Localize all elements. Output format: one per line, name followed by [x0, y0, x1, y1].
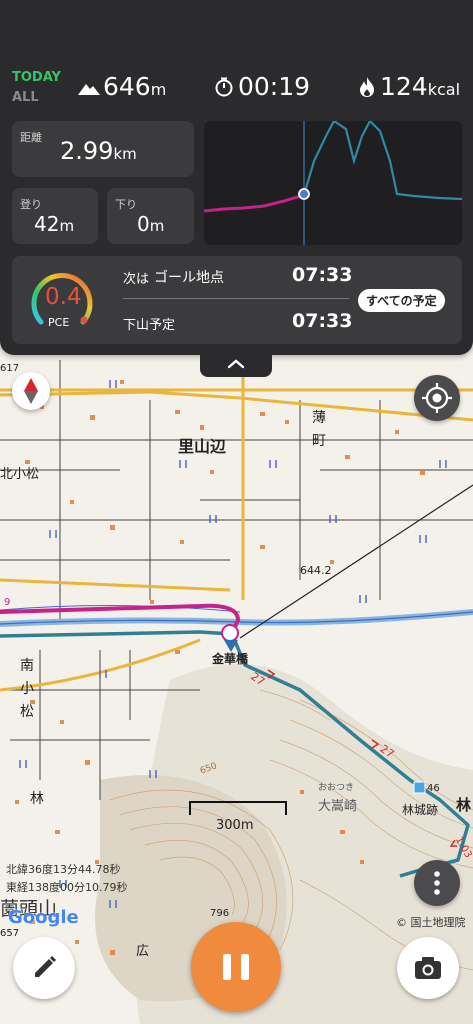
compass-south-icon — [24, 391, 38, 404]
place-label-kitakomatsu: 北小松 — [0, 467, 40, 482]
descent-value-wrap: 0m — [137, 212, 164, 236]
all-plans-button[interactable]: すべての予定 — [358, 289, 445, 312]
calories-unit: kcal — [427, 80, 461, 99]
elevation-profile[interactable] — [204, 121, 462, 245]
ascent-card: 登り 42m — [12, 188, 98, 244]
place-label-hayashishiroato: 林城跡 — [402, 803, 439, 817]
place-label-hayashi: 林 — [30, 791, 44, 807]
elevation-profile-graph — [204, 121, 462, 245]
next-time: 07:33 — [292, 264, 353, 286]
distance-value: 2.99 — [60, 137, 114, 165]
edit-button[interactable] — [13, 937, 75, 999]
place-reading-oozuki: おおつき — [318, 783, 355, 793]
elevation-label-644: 644.2 — [300, 564, 332, 577]
altitude-unit: m — [150, 80, 167, 99]
google-logo: Google — [8, 907, 79, 928]
heading-arrow-icon — [224, 640, 238, 652]
descent-plan-time: 07:33 — [292, 310, 353, 332]
elapsed-time-stat: 00:19 — [214, 72, 310, 101]
all-tab[interactable]: ALL — [12, 90, 39, 105]
compass-button[interactable] — [12, 372, 50, 410]
next-label: 次は — [123, 272, 150, 287]
next-name: ゴール地点 — [154, 270, 224, 286]
elevation-label-617: 617 — [0, 363, 20, 374]
latitude-text: 北緯36度13分44.78秒 — [6, 863, 121, 876]
distance-label: 距離 — [20, 131, 42, 144]
route-label-9: 9 — [4, 597, 11, 608]
pause-button[interactable] — [191, 922, 281, 1012]
distance-card: 距離 2.99km — [12, 121, 194, 177]
panel-collapse-handle[interactable] — [200, 353, 272, 377]
ascent-value-wrap: 42m — [34, 212, 74, 236]
locate-button[interactable] — [414, 375, 460, 421]
descent-plan-label: 下山予定 — [123, 318, 176, 333]
longitude-text: 東経138度00分10.79秒 — [6, 881, 128, 894]
ascent-label: 登り — [20, 198, 42, 211]
more-button[interactable] — [414, 860, 460, 906]
place-label-machi: 町 — [312, 433, 326, 449]
pace-label: PCE — [48, 316, 70, 329]
locate-icon — [422, 383, 452, 413]
place-label-minami: 南 — [20, 658, 34, 674]
map-view[interactable]: 27 里山辺 北小松 薄 町 644.2 617 9 金華橋 南 小 松 林 林… — [0, 350, 473, 1024]
descent-unit: m — [149, 217, 165, 235]
today-tab[interactable]: TODAY — [12, 70, 61, 85]
altitude-stat: 646m — [78, 72, 166, 101]
camera-icon — [415, 957, 441, 979]
copyright-text: © 国土地理院 — [396, 916, 466, 929]
pace-schedule-card: 0.4 PCE 次は ゴール地点 07:33 下山予定 07:33 すべての予定 — [12, 256, 462, 344]
elevation-label-796: 796 — [210, 908, 230, 919]
altitude-value: 646 — [103, 72, 151, 101]
flame-icon — [360, 77, 374, 97]
ascent-unit: m — [59, 217, 75, 235]
compass-icon — [24, 378, 38, 391]
elevation-label-46: 46 — [427, 783, 440, 794]
place-label-kanesahashi: 金華橋 — [212, 652, 249, 666]
place-label-oozuki: 大嵩崎 — [318, 799, 358, 814]
stats-panel: TODAY ALL 646m 00:19 124kcal 距離 2.99km 登… — [0, 0, 473, 355]
descent-label: 下り — [115, 198, 137, 211]
chevron-up-icon — [227, 359, 245, 369]
camera-button[interactable] — [397, 937, 459, 999]
pause-icon — [223, 954, 249, 980]
place-label-bara: 薄 — [312, 410, 326, 426]
distance-unit: km — [113, 145, 137, 163]
ascent-value: 42 — [34, 212, 60, 236]
place-label-ko: 小 — [20, 681, 34, 697]
distance-value-wrap: 2.99km — [60, 137, 137, 165]
edit-icon — [35, 955, 57, 977]
place-label-satoyamabe: 里山辺 — [178, 437, 227, 456]
descent-card: 下り 0m — [107, 188, 194, 244]
place-label-matsu: 松 — [20, 704, 34, 720]
calories-stat: 124kcal — [358, 72, 460, 101]
pace-value: 0.4 — [45, 284, 82, 310]
more-icon — [434, 871, 440, 895]
elapsed-time-value: 00:19 — [238, 72, 311, 101]
schedule-divider — [123, 298, 349, 299]
scale-bar — [189, 801, 287, 815]
timer-icon — [215, 77, 233, 97]
place-label-hayashi-2: 林 — [456, 796, 472, 814]
mountain-icon — [78, 84, 100, 95]
scale-label: 300m — [216, 818, 254, 833]
place-label-hiro: 広 — [136, 944, 150, 959]
calories-value: 124 — [380, 72, 428, 101]
descent-value: 0 — [137, 212, 150, 236]
